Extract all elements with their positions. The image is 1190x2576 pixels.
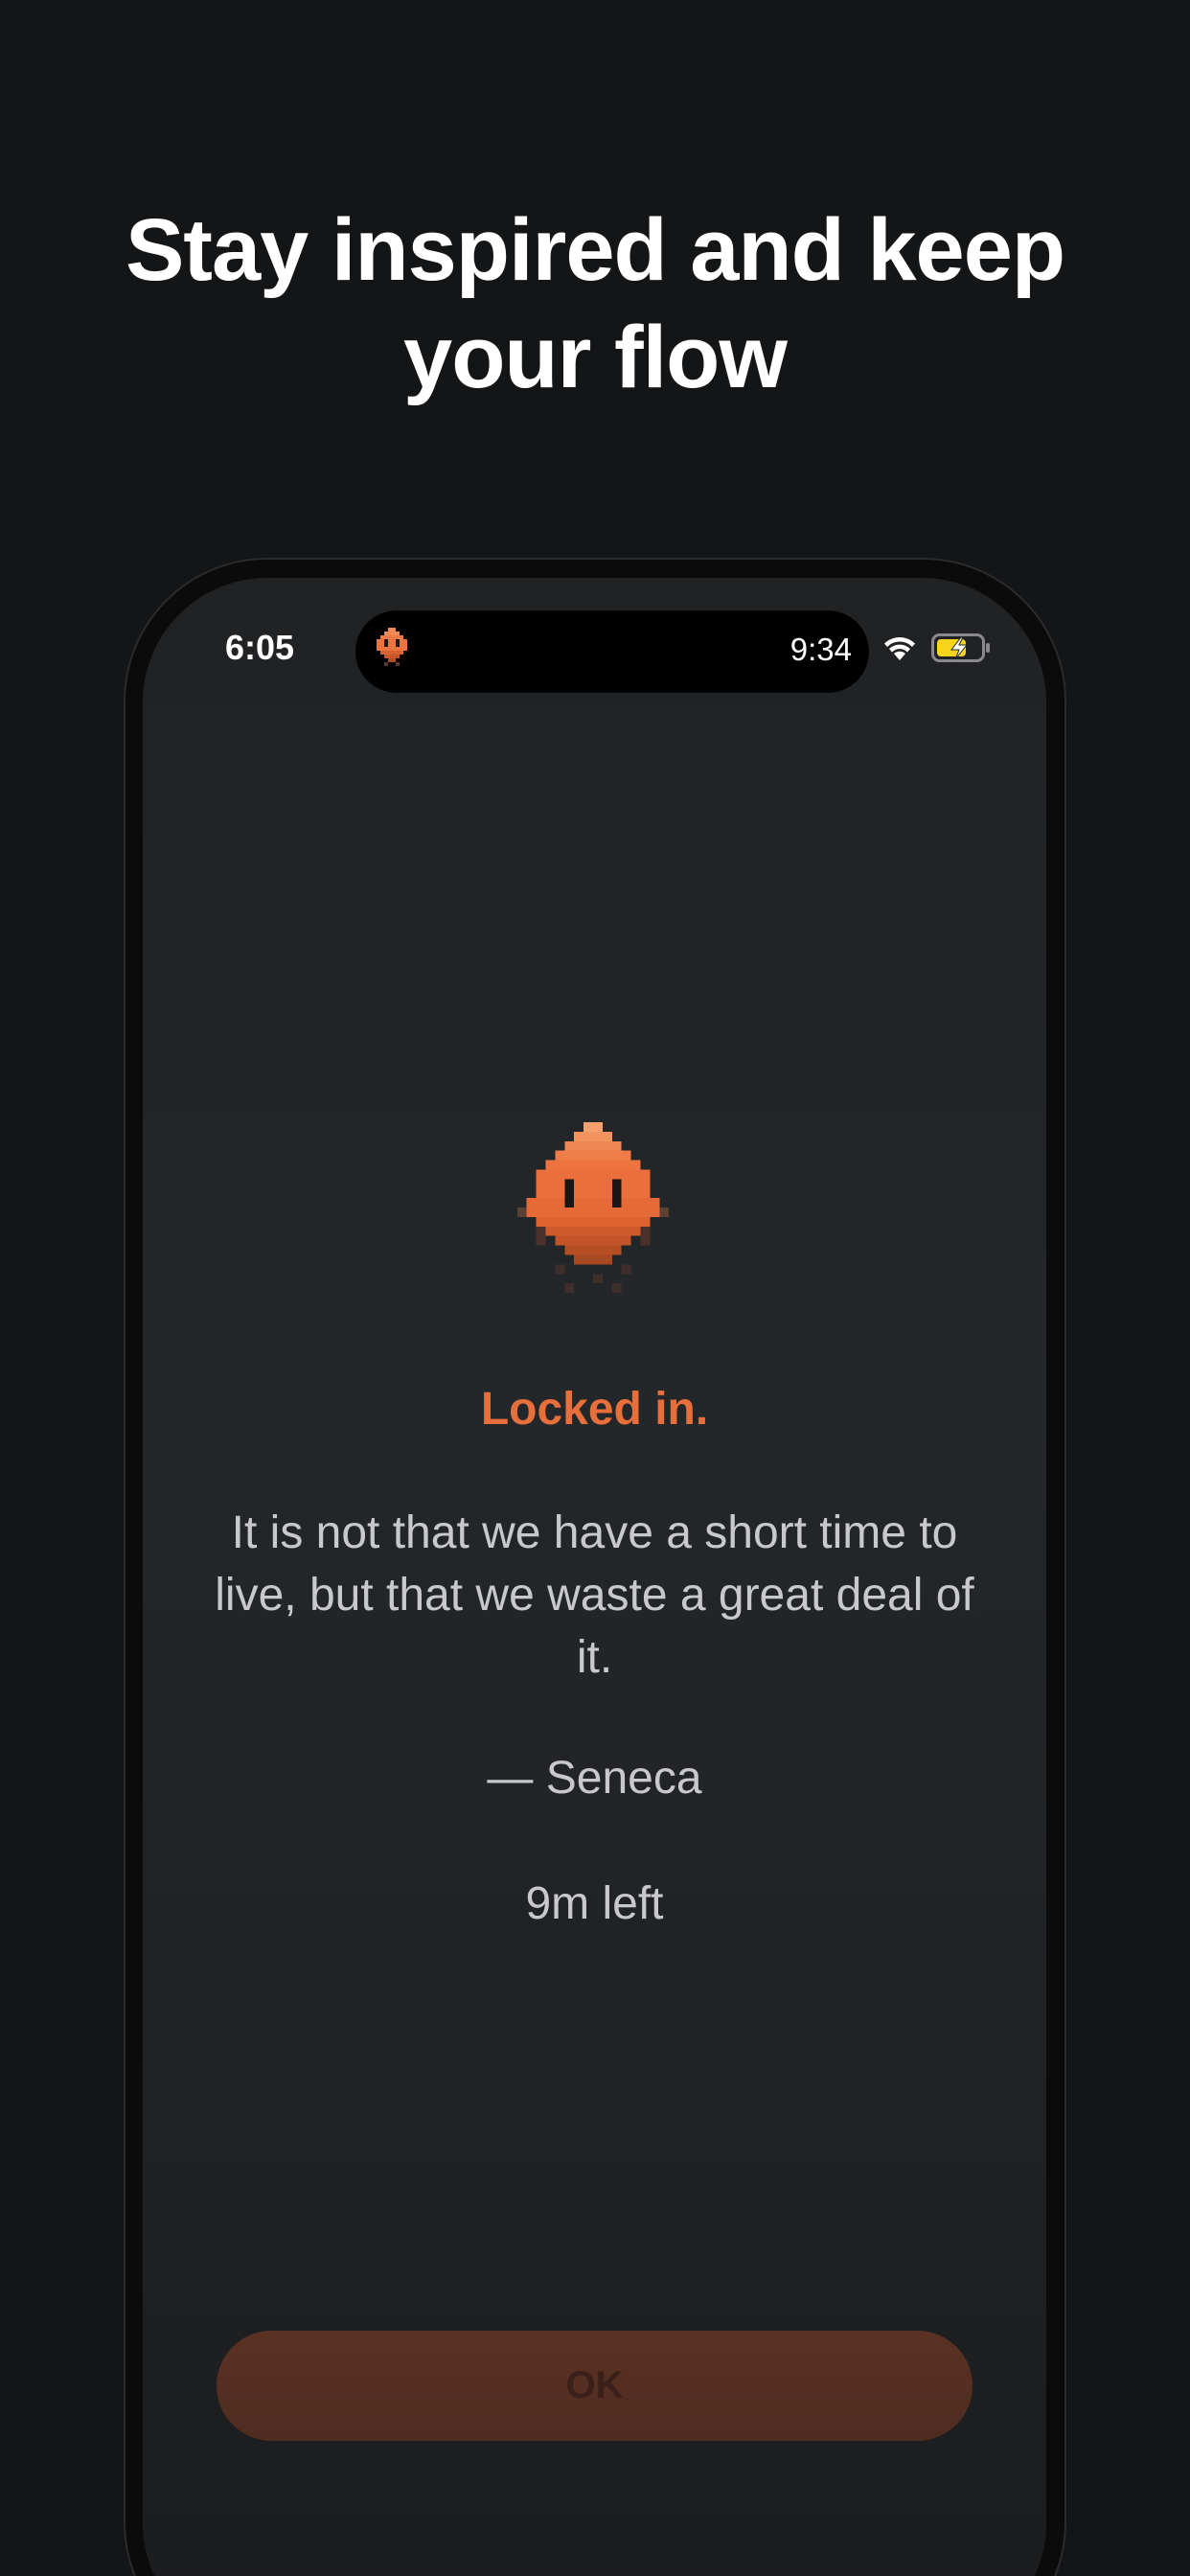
dynamic-island[interactable]: 9:34 [355, 610, 869, 693]
pixel-mascot-icon [516, 1122, 670, 1294]
island-timer: 9:34 [790, 632, 852, 667]
locked-in-title: Locked in. [480, 1384, 709, 1435]
headline-line-2: your flow [403, 309, 788, 406]
wifi-icon [884, 637, 915, 660]
battery-charging-icon [931, 633, 990, 662]
ok-button[interactable]: OK [217, 2331, 973, 2441]
app-store-screenshot: Stay inspired and keep your flow 6:05 9:… [0, 0, 1190, 2576]
quote-author: — Seneca [487, 1753, 702, 1804]
mascot-icon [377, 628, 407, 666]
phone-screen: 6:05 9:34 Locked in. It is not that we h… [143, 578, 1046, 2576]
headline-line-1: Stay inspired and keep [125, 201, 1065, 299]
status-bar-time: 6:05 [225, 628, 295, 667]
headline: Stay inspired and keep your flow [0, 196, 1190, 411]
time-remaining: 9m left [525, 1878, 664, 1929]
quote-text: It is not that we have a short time to l… [215, 1507, 974, 1683]
